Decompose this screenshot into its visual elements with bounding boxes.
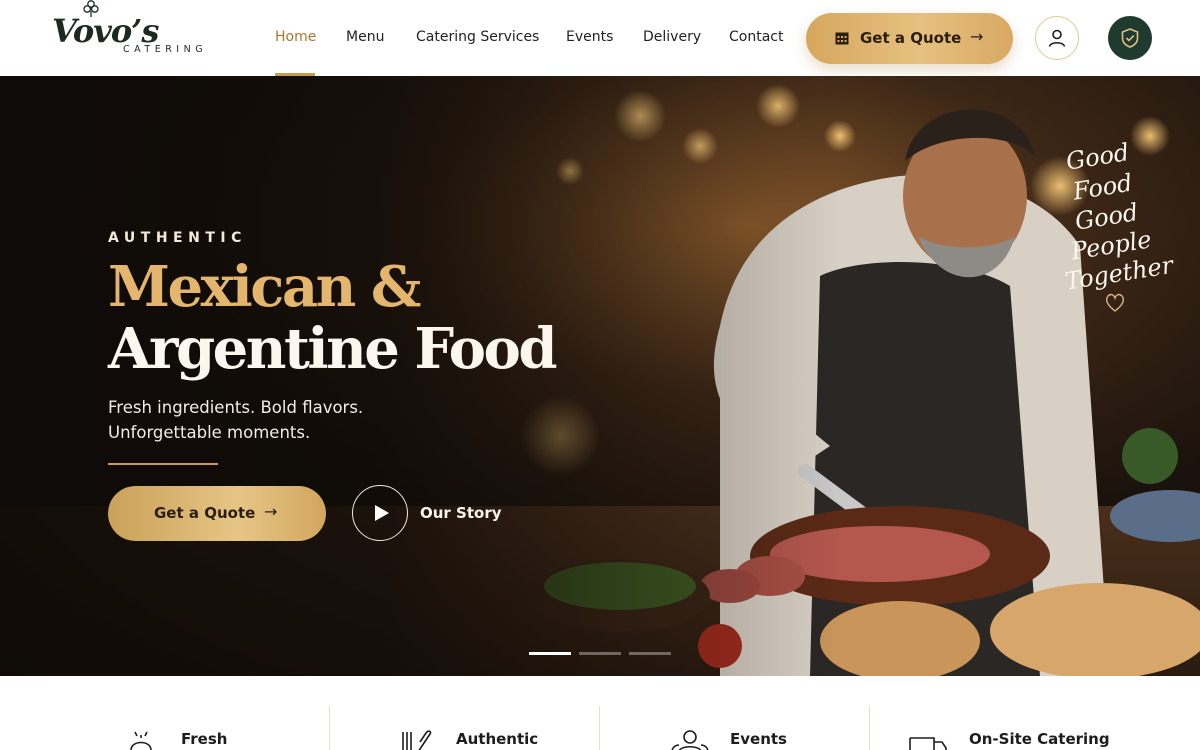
heart-icon bbox=[1106, 293, 1124, 312]
site-header: Vovo’s CATERING Home Menu Catering Servi… bbox=[0, 0, 1200, 76]
feature-authentic-label: Authentic bbox=[456, 730, 539, 748]
brand-logo[interactable]: Vovo’s CATERING bbox=[52, 0, 222, 64]
trust-badge-button[interactable] bbox=[1108, 16, 1152, 60]
utensils-icon bbox=[402, 730, 432, 750]
slider-dot-1[interactable] bbox=[529, 652, 571, 655]
people-icon bbox=[671, 730, 709, 750]
feature-divider bbox=[869, 706, 870, 750]
nav-item-home[interactable]: Home bbox=[275, 29, 316, 45]
nav-item-contact[interactable]: Contact bbox=[729, 29, 783, 45]
play-video-button[interactable] bbox=[352, 485, 408, 541]
hero-kicker: AUTHENTIC bbox=[108, 230, 247, 246]
feature-divider bbox=[599, 706, 600, 750]
hero-section: AUTHENTIC Mexican & Argentine Food Fresh… bbox=[0, 76, 1200, 676]
shield-check-icon bbox=[1121, 28, 1139, 48]
calendar-icon bbox=[835, 32, 849, 45]
nav-item-catering-services[interactable]: Catering Services bbox=[416, 29, 539, 45]
user-icon bbox=[1048, 29, 1066, 47]
hero-get-quote-label: Get a Quote bbox=[154, 504, 256, 522]
hero-subtitle-line-1: Fresh ingredients. Bold flavors. bbox=[108, 398, 364, 417]
header-get-quote-button[interactable]: Get a Quote → bbox=[806, 13, 1013, 64]
feature-events-label: Events bbox=[730, 730, 787, 748]
nav-item-delivery[interactable]: Delivery bbox=[643, 29, 701, 45]
header-get-quote-label: Get a Quote bbox=[860, 29, 962, 47]
hero-get-quote-button[interactable]: Get a Quote → bbox=[108, 486, 326, 541]
hero-subtitle-line-2: Unforgettable moments. bbox=[108, 423, 311, 442]
feature-on-site-catering-label: On-Site Catering bbox=[969, 730, 1110, 748]
hero-title-line-2: Argentine Food bbox=[108, 316, 558, 382]
account-button[interactable] bbox=[1035, 16, 1079, 60]
slider-dot-2[interactable] bbox=[579, 652, 621, 655]
dish-cloche-icon bbox=[130, 731, 152, 750]
hero-divider bbox=[108, 463, 218, 465]
play-icon bbox=[375, 505, 389, 521]
hero-title-line-1: Mexican & bbox=[108, 254, 421, 320]
truck-icon bbox=[909, 737, 947, 750]
slider-dot-3[interactable] bbox=[629, 652, 671, 655]
nav-item-events[interactable]: Events bbox=[566, 29, 613, 45]
arrow-right-icon: → bbox=[264, 502, 278, 521]
brand-tagline: CATERING bbox=[123, 44, 208, 55]
feature-fresh-label: Fresh bbox=[181, 730, 228, 748]
features-strip: Fresh Authentic Events On-Site Catering bbox=[0, 676, 1200, 750]
nav-item-menu[interactable]: Menu bbox=[346, 29, 384, 45]
our-story-link[interactable]: Our Story bbox=[420, 504, 502, 522]
arrow-right-icon: → bbox=[970, 27, 984, 46]
feature-divider bbox=[329, 706, 330, 750]
